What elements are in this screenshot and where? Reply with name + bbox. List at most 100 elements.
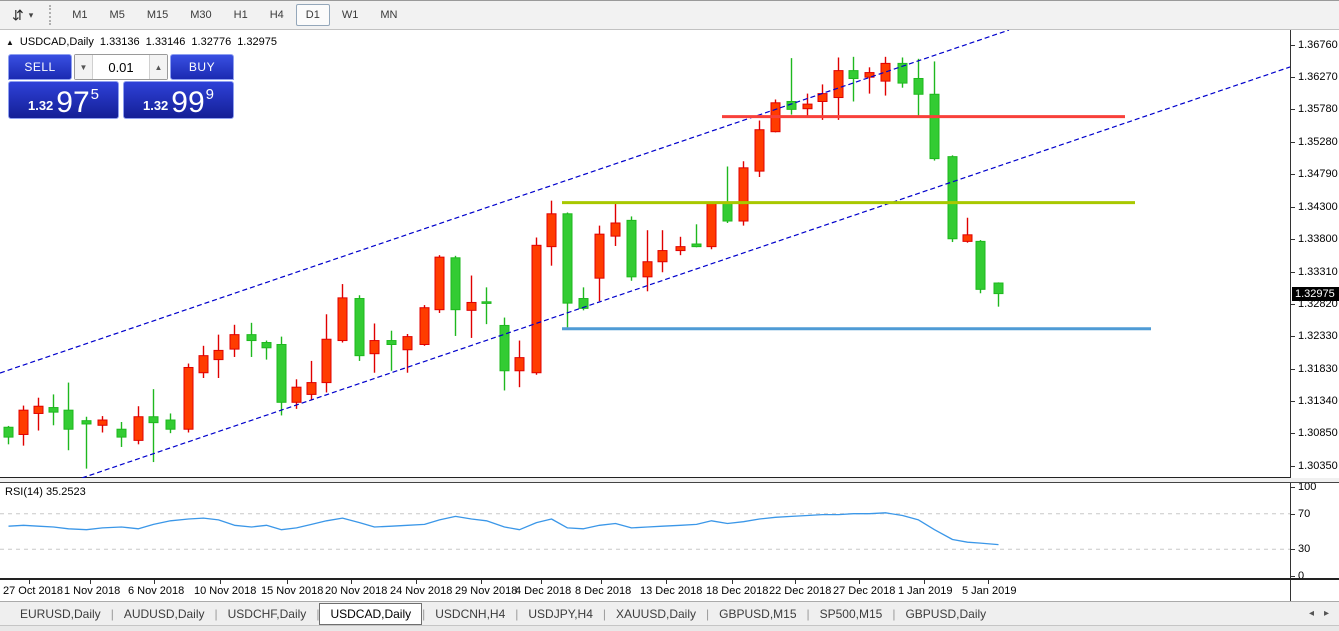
price-axis-tick [1291, 272, 1295, 273]
date-axis-tick [220, 580, 221, 584]
price-axis-tick [1291, 142, 1295, 143]
date-axis-tick [732, 580, 733, 584]
collapse-triangle-icon[interactable]: ▲ [6, 38, 14, 47]
rsi-indicator-panel[interactable]: RSI(14) 35.2523 [0, 483, 1290, 578]
tab-usdchf-daily[interactable]: USDCHF,Daily [218, 604, 317, 624]
date-axis-label: 4 Dec 2018 [515, 585, 571, 597]
price-axis-label: 1.35280 [1298, 136, 1338, 148]
rsi-indicator-label: RSI(14) 35.2523 [5, 486, 86, 498]
rsi-axis-tick [1291, 487, 1295, 488]
price-axis-label: 1.36270 [1298, 71, 1338, 83]
price-axis[interactable]: 1.367601.362701.357801.352801.347901.343… [1290, 30, 1339, 578]
sell-button[interactable]: SELL [8, 54, 72, 80]
timeframe-button-m15[interactable]: M15 [137, 4, 178, 26]
candle-body [707, 203, 716, 246]
candle-body [948, 157, 957, 239]
buy-price-big: 99 [171, 90, 204, 116]
chart-shift-button[interactable]: ⇵ ▾ [8, 6, 37, 24]
candle-body [338, 298, 347, 341]
tab-eurusd-daily[interactable]: EURUSD,Daily [10, 604, 111, 624]
timeframe-button-m30[interactable]: M30 [180, 4, 221, 26]
bottom-scroll-strip[interactable] [0, 625, 1339, 631]
candle-body [134, 417, 143, 441]
chart-symbol-label: USDCAD,Daily [20, 36, 94, 48]
tab-audusd-daily[interactable]: AUDUSD,Daily [114, 604, 215, 624]
date-axis-label: 13 Dec 2018 [640, 585, 702, 597]
candle-body [184, 367, 193, 429]
buy-price-box[interactable]: 1.32 99 9 [123, 81, 234, 119]
price-axis-tick [1291, 433, 1295, 434]
sell-price-box[interactable]: 1.32 97 5 [8, 81, 119, 119]
candle-body [355, 299, 364, 356]
buy-price-small: 1.32 [143, 98, 168, 113]
price-axis-label: 1.33310 [1298, 266, 1338, 278]
chevron-down-icon[interactable]: ▾ [29, 10, 34, 21]
price-axis-label: 1.30350 [1298, 460, 1338, 472]
date-axis-label: 15 Nov 2018 [261, 585, 323, 597]
lot-increase-button[interactable]: ▲ [149, 55, 167, 79]
date-axis-tick [795, 580, 796, 584]
price-axis-label: 1.31830 [1298, 363, 1338, 375]
candle-body [676, 247, 685, 251]
price-axis-tick [1291, 304, 1295, 305]
price-axis-tick [1291, 174, 1295, 175]
lot-decrease-button[interactable]: ▼ [75, 55, 93, 79]
lot-size-stepper: ▼ 0.01 ▲ [74, 54, 168, 80]
timeframe-button-w1[interactable]: W1 [332, 4, 369, 26]
date-axis-tick [351, 580, 352, 584]
candle-body [515, 358, 524, 371]
timeframe-button-h1[interactable]: H1 [224, 4, 258, 26]
date-axis-label: 8 Dec 2018 [575, 585, 631, 597]
timeframe-button-mn[interactable]: MN [370, 4, 407, 26]
candle-body [199, 356, 208, 373]
tab-xauusd-daily[interactable]: XAUUSD,Daily [606, 604, 706, 624]
date-axis-label: 22 Dec 2018 [769, 585, 831, 597]
candle-body [82, 421, 91, 424]
toolbar-grip[interactable] [49, 5, 53, 25]
price-axis-tick [1291, 45, 1295, 46]
ohlc-low: 1.32776 [191, 36, 231, 48]
timeframe-button-h4[interactable]: H4 [260, 4, 294, 26]
tab-gbpusd-daily[interactable]: GBPUSD,Daily [895, 604, 996, 624]
timeframe-button-d1[interactable]: D1 [296, 4, 330, 26]
tab-usdcad-daily[interactable]: USDCAD,Daily [319, 603, 422, 625]
tab-scroll-right-icon[interactable]: ▸ [1324, 608, 1329, 619]
tab-gbpusd-m15[interactable]: GBPUSD,M15 [709, 604, 806, 624]
date-axis-label: 1 Jan 2019 [898, 585, 952, 597]
candle-body [881, 63, 890, 81]
tab-usdjpy-h4[interactable]: USDJPY,H4 [518, 604, 602, 624]
triangle-down-icon: ▼ [80, 63, 88, 72]
candle-body [692, 244, 701, 247]
candle-body [19, 410, 28, 434]
candle-body [611, 223, 620, 236]
lot-size-value[interactable]: 0.01 [93, 55, 149, 79]
rsi-axis-tick [1291, 514, 1295, 515]
date-axis[interactable]: 27 Oct 20181 Nov 20186 Nov 201810 Nov 20… [0, 578, 1339, 601]
candle-body [500, 325, 509, 370]
date-axis-tick [541, 580, 542, 584]
candle-body [370, 341, 379, 354]
sell-price-big: 97 [56, 90, 89, 116]
one-click-trading-panel: SELL ▼ 0.01 ▲ BUY 1.32 97 5 1.32 99 9 [8, 54, 234, 119]
rsi-chart-canvas [0, 483, 1290, 578]
candle-body [532, 245, 541, 372]
tab-sp500-m15[interactable]: SP500,M15 [810, 604, 893, 624]
timeframe-button-m1[interactable]: M1 [62, 4, 97, 26]
candle-body [4, 427, 13, 437]
rsi-axis-label: 30 [1298, 543, 1310, 555]
price-axis-tick [1291, 336, 1295, 337]
date-axis-label: 1 Nov 2018 [64, 585, 120, 597]
date-axis-label: 27 Oct 2018 [3, 585, 63, 597]
main-chart[interactable]: ▲ USDCAD,Daily 1.33136 1.33146 1.32776 1… [0, 30, 1290, 478]
ohlc-high: 1.33146 [146, 36, 186, 48]
sell-price-sup: 5 [91, 86, 99, 103]
date-axis-label: 27 Dec 2018 [833, 585, 895, 597]
price-axis-tick [1291, 207, 1295, 208]
buy-button[interactable]: BUY [170, 54, 234, 80]
date-axis-label: 6 Nov 2018 [128, 585, 184, 597]
candle-body [627, 220, 636, 276]
tab-usdcnh-h4[interactable]: USDCNH,H4 [425, 604, 515, 624]
tab-scroll-left-icon[interactable]: ◂ [1309, 608, 1314, 619]
timeframe-button-m5[interactable]: M5 [100, 4, 135, 26]
candle-body [563, 214, 572, 303]
